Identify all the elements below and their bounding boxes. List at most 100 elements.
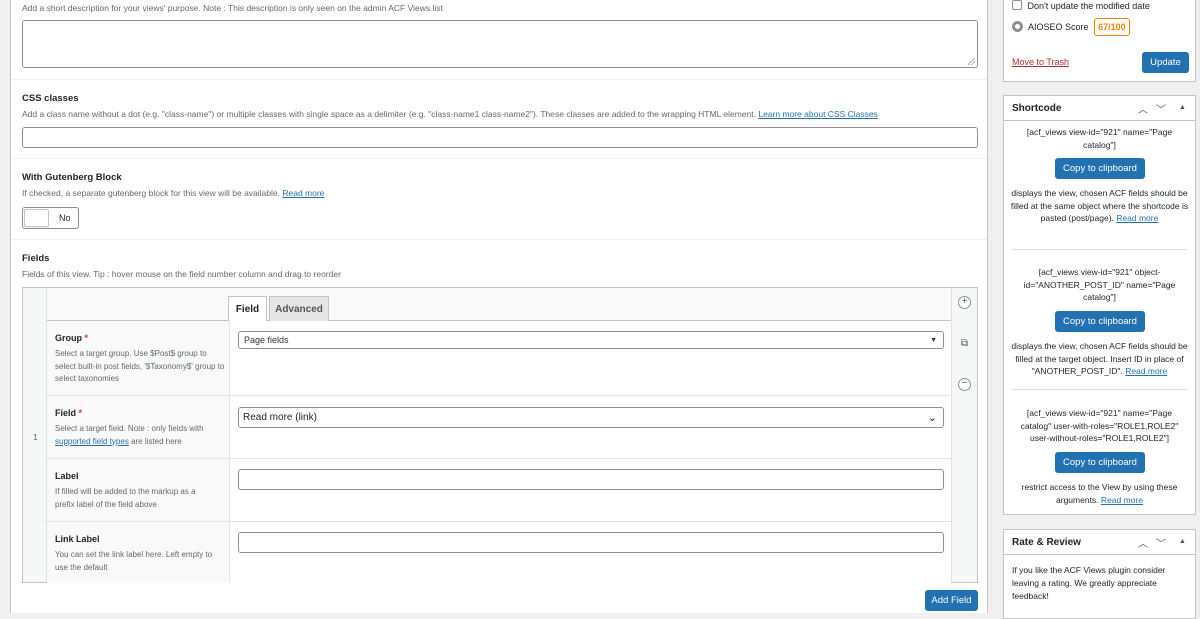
supported-field-types-link[interactable]: supported field types [55,437,129,446]
link-label-value-cell [230,522,951,583]
aioseo-label: AIOSEO Score [1028,22,1089,32]
label-label-cell: Label If filled will be added to the mar… [47,459,230,521]
update-button[interactable]: Update [1142,52,1189,73]
gutenberg-help: If checked, a separate gutenberg block f… [22,188,324,198]
add-field-button[interactable]: Add Field [925,590,978,611]
dont-update-modified-row: Don't update the modified date [1012,0,1150,11]
divider [1012,249,1187,250]
field-help-post: are listed here [131,436,182,446]
shortcode-3-desc: restrict access to the View by using the… [1010,481,1189,506]
css-classes-help-text: Add a class name without a dot (e.g. "cl… [22,109,756,119]
group-select[interactable]: Page fields ▼ [238,331,944,349]
gutenberg-read-more-link[interactable]: Read more [282,188,324,198]
link-label-help: You can set the link label here. Left em… [55,550,213,572]
chevron-down-icon[interactable]: ﹀ [1156,101,1166,116]
shortcode-2-desc: displays the view, chosen ACF fields sho… [1010,340,1189,378]
css-classes-title: CSS classes [22,93,79,104]
link-label-row: Link Label You can set the link label he… [47,522,951,583]
fields-help: Fields of this view. Tip : hover mouse o… [22,269,341,279]
field-select[interactable]: Read more (link) ⌄ [238,407,944,428]
field-help: Select a target field. Note : only field… [55,423,225,448]
label-value-cell [230,459,951,521]
css-classes-learn-more-link[interactable]: Learn more about CSS Classes [758,109,878,119]
copy-shortcode-2-button[interactable]: Copy to clipboard [1055,311,1145,332]
publish-box: Don't update the modified date AIOSEO Sc… [1003,0,1196,82]
rate-review-header: Rate & Review ︿ ﹀ ▲ [1004,530,1195,555]
label-help: If filled will be added to the markup as… [55,487,196,509]
duplicate-row-icon[interactable]: ⧉ [959,338,970,349]
field-help-pre: Select a target field. Note : only field… [55,424,204,433]
gutenberg-row: With Gutenberg Block If checked, a separ… [11,160,987,240]
copy-shortcode-3-button[interactable]: Copy to clipboard [1055,452,1145,473]
aioseo-icon [1012,21,1023,32]
rate-review-box: Rate & Review ︿ ﹀ ▲ If you like the ACF … [1003,529,1196,619]
link-label-label-cell: Link Label You can set the link label he… [47,522,230,583]
gutenberg-toggle[interactable]: No [22,207,79,229]
shortcode-2-read-more-link[interactable]: Read more [1125,366,1167,376]
field-label: Field * [55,408,82,418]
copy-shortcode-1-button[interactable]: Copy to clipboard [1055,158,1145,179]
shortcode-1-read-more-link[interactable]: Read more [1116,213,1158,223]
remove-row-icon[interactable]: − [958,378,971,391]
field-select-value: Read more (link) [243,412,317,423]
triangle-up-icon[interactable]: ▲ [1179,538,1186,545]
row-controls-column: + ⧉ − [951,288,977,582]
shortcode-box: Shortcode ︿ ﹀ ▲ [acf_views view-id="921"… [1003,95,1196,515]
field-required-mark: * [78,408,83,418]
chevron-up-icon[interactable]: ︿ [1138,101,1148,116]
tab-advanced[interactable]: Advanced [269,296,329,322]
resize-grip-icon[interactable] [968,58,975,65]
field-number-column[interactable]: 1 [23,288,47,582]
shortcode-title: Shortcode [1012,103,1062,114]
label-label: Label [55,471,79,481]
divider [1012,389,1187,390]
tab-field[interactable]: Field [228,296,267,322]
field-row: Field * Select a target field. Note : on… [47,396,951,459]
group-row: Group * Select a target group. Use $Post… [47,321,951,396]
shortcode-3-desc-text: restrict access to the View by using the… [1021,482,1178,505]
shortcode-1-code: [acf_views view-id="921" name="Page cata… [1026,127,1173,150]
css-classes-input[interactable] [22,127,978,148]
field-value-cell: Read more (link) ⌄ [230,396,951,458]
shortcode-1-desc: displays the view, chosen ACF fields sho… [1010,187,1189,225]
group-value-cell: Page fields ▼ [230,321,951,395]
move-to-trash-link[interactable]: Move to Trash [1012,57,1069,67]
chevron-up-icon[interactable]: ︿ [1138,535,1148,550]
label-input[interactable] [238,469,944,490]
aioseo-score-badge[interactable]: 67/100 [1094,18,1130,36]
fields-table: 1 Field Advanced Group * Select a target… [22,287,978,583]
field-label-text: Field [55,408,77,418]
shortcode-box-header: Shortcode ︿ ﹀ ▲ [1004,96,1195,121]
css-classes-row: CSS classes Add a class name without a d… [11,81,987,159]
field-number: 1 [33,432,38,442]
toggle-knob [24,209,49,227]
description-help: Add a short description for your views' … [22,3,443,13]
gutenberg-help-text: If checked, a separate gutenberg block f… [22,188,280,198]
dont-update-modified-checkbox[interactable] [1012,0,1022,10]
description-textarea[interactable] [22,20,978,68]
label-row: Label If filled will be added to the mar… [47,459,951,522]
group-help: Select a target group. Use $Post$ group … [55,349,225,383]
field-tabs: Field Advanced [47,288,951,322]
group-required-mark: * [84,333,89,343]
chevron-down-icon: ⌄ [927,412,937,424]
triangle-up-icon[interactable]: ▲ [1179,104,1186,111]
aioseo-row: AIOSEO Score 67/100 [1012,17,1130,37]
toggle-label: No [59,213,71,223]
shortcode-3-read-more-link[interactable]: Read more [1101,495,1143,505]
add-row-icon[interactable]: + [958,296,971,309]
chevron-down-icon[interactable]: ﹀ [1156,535,1166,550]
field-rows: Group * Select a target group. Use $Post… [47,321,951,583]
description-row: Add a short description for your views' … [11,0,987,80]
dont-update-modified-label: Don't update the modified date [1027,1,1150,11]
link-label-input[interactable] [238,532,944,553]
shortcode-1-desc-text: displays the view, chosen ACF fields sho… [1010,188,1189,223]
group-select-value: Page fields [244,335,289,345]
chevron-down-icon: ▼ [930,337,937,344]
main-panel: Add a short description for your views' … [10,0,988,613]
fields-title: Fields [22,253,50,264]
group-label-text: Group [55,333,82,343]
link-label-label: Link Label [55,534,100,544]
shortcode-3-code: [acf_views view-id="921" name="Page cata… [1020,408,1179,443]
field-label-cell: Field * Select a target field. Note : on… [47,396,230,458]
